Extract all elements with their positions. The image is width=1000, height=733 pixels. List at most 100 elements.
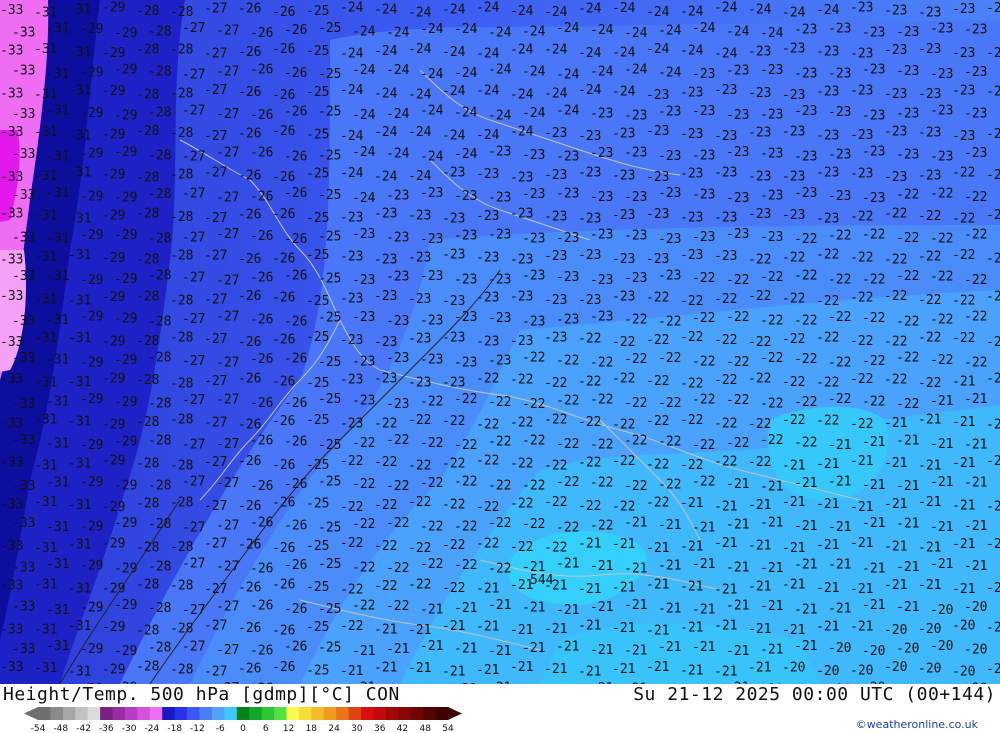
isotherm-label: -25 <box>306 620 329 635</box>
isotherm-label: -23 <box>488 145 511 160</box>
isotherm-label: -21 <box>646 624 669 639</box>
isotherm-label: -21 <box>556 639 579 654</box>
isotherm-label: -23 <box>352 227 375 242</box>
scale-tick-label: 42 <box>397 724 408 733</box>
isotherm-label: -22 <box>624 434 647 449</box>
isotherm-label: -23 <box>578 165 601 180</box>
isotherm-label: -22 <box>488 516 511 531</box>
isotherm-label: -22 <box>760 314 783 329</box>
isotherm-label: -27 <box>216 560 239 575</box>
isotherm-label: -26 <box>272 207 295 222</box>
isotherm-label: -22 <box>896 269 919 284</box>
isotherm-label: -28 <box>148 601 171 616</box>
isotherm-label: -23 <box>556 187 579 202</box>
isotherm-label: -31 <box>46 232 69 247</box>
isotherm-label: -27 <box>204 46 227 61</box>
isotherm-label: -27 <box>182 475 205 490</box>
isotherm-label: -21 <box>918 459 941 474</box>
isotherm-label: -23 <box>726 227 749 242</box>
isotherm-label: -31 <box>34 209 57 224</box>
isotherm-label: -33 <box>0 660 23 675</box>
isotherm-label: -22 <box>340 500 363 515</box>
isotherm-label: -25 <box>318 392 341 407</box>
isotherm-label: -24 <box>386 26 410 41</box>
scale-tick-label: 0 <box>240 724 246 733</box>
isotherm-label: -22 <box>794 314 817 329</box>
isotherm-label: -24 <box>714 1 738 16</box>
isotherm-label: -23 <box>624 229 647 244</box>
isotherm-label: -26 <box>238 208 261 223</box>
isotherm-label: -24 <box>408 125 432 140</box>
isotherm-label: -23 <box>340 333 363 348</box>
isotherm-label: -27 <box>204 619 227 634</box>
isotherm-label: -22 <box>612 371 635 386</box>
isotherm-label: -22 <box>352 477 375 492</box>
isotherm-label: -22 <box>850 250 873 265</box>
isotherm-label: -24 <box>352 25 376 40</box>
isotherm-label: -21 <box>646 577 669 592</box>
isotherm-label: -23 <box>964 106 987 121</box>
isotherm-label: -28 <box>136 540 159 555</box>
isotherm-label: -27 <box>216 518 239 533</box>
map-canvas: -33 -31 -31 -29 -28 -28 -27 -26 -26 -25 -24 -24 -24-… <box>0 0 1000 684</box>
isotherm-label: -21 <box>816 538 839 553</box>
isotherm-label: -28 <box>148 478 171 493</box>
isotherm-label: -23 <box>590 190 613 205</box>
isotherm-label: -22 <box>590 392 613 407</box>
isotherm-label: -20 <box>986 620 1000 635</box>
isotherm-label: -21 <box>782 458 805 473</box>
isotherm-label: -24 <box>386 147 410 162</box>
isotherm-label: -23 <box>692 104 715 119</box>
isotherm-label: -29 <box>102 581 125 596</box>
isotherm-label: -21 <box>896 479 919 494</box>
credit-link[interactable]: ©weatheronline.co.uk <box>856 718 978 731</box>
isotherm-label: -22 <box>578 332 601 347</box>
isotherm-label: -20 <box>884 623 907 638</box>
isotherm-label: -21 <box>612 581 635 596</box>
isotherm-label: -24 <box>612 1 636 16</box>
isotherm-label: -27 <box>204 1 227 16</box>
isotherm-label: -27 <box>182 393 205 408</box>
isotherm-label: -23 <box>374 207 397 222</box>
isotherm-label: -20 <box>862 644 885 659</box>
isotherm-label: -21 <box>544 662 567 677</box>
isotherm-label: -23 <box>522 187 545 202</box>
isotherm-label: -21 <box>590 600 613 615</box>
isotherm-label: -26 <box>272 291 295 306</box>
isotherm-label: -22 <box>488 435 511 450</box>
isotherm-label: -28 <box>170 168 193 183</box>
isotherm-label: -22 <box>692 271 715 286</box>
isotherm-label: -24 <box>352 145 376 160</box>
isotherm-label: -23 <box>714 83 737 98</box>
isotherm-label: -27 <box>216 107 239 122</box>
isotherm-label: -25 <box>318 311 341 326</box>
isotherm-label: -31 <box>68 375 91 390</box>
isotherm-label: -27 <box>216 64 239 79</box>
isotherm-label: -23 <box>488 272 511 287</box>
isotherm-label: -23 <box>522 231 545 246</box>
isotherm-label: -21 <box>624 562 647 577</box>
isotherm-label: -31 <box>34 661 57 676</box>
isotherm-label: -23 <box>408 332 431 347</box>
isotherm-label: -26 <box>284 602 307 617</box>
isotherm-label: -21 <box>782 541 805 556</box>
isotherm-label: -29 <box>114 644 137 659</box>
isotherm-label: -27 <box>204 582 227 597</box>
isotherm-label: -22 <box>578 455 601 470</box>
isotherm-label: -21 <box>714 664 737 679</box>
isotherm-label: -31 <box>46 639 69 654</box>
isotherm-label: -24 <box>488 26 512 41</box>
isotherm-label: -28 <box>148 106 171 121</box>
isotherm-label: -22 <box>544 413 567 428</box>
isotherm-label: -22 <box>408 541 431 556</box>
isotherm-label: -22 <box>510 540 533 555</box>
isotherm-label: -22 <box>782 292 805 307</box>
isotherm-label: -22 <box>522 351 545 366</box>
scale-tick-label: 6 <box>263 724 269 733</box>
isotherm-label: -23 <box>884 87 907 102</box>
isotherm-label: -24 <box>420 150 444 165</box>
scale-arrow-left <box>24 707 38 720</box>
scale-swatch <box>211 707 225 720</box>
isotherm-label: -23 <box>442 248 465 263</box>
isotherm-label: -21 <box>986 454 1000 469</box>
